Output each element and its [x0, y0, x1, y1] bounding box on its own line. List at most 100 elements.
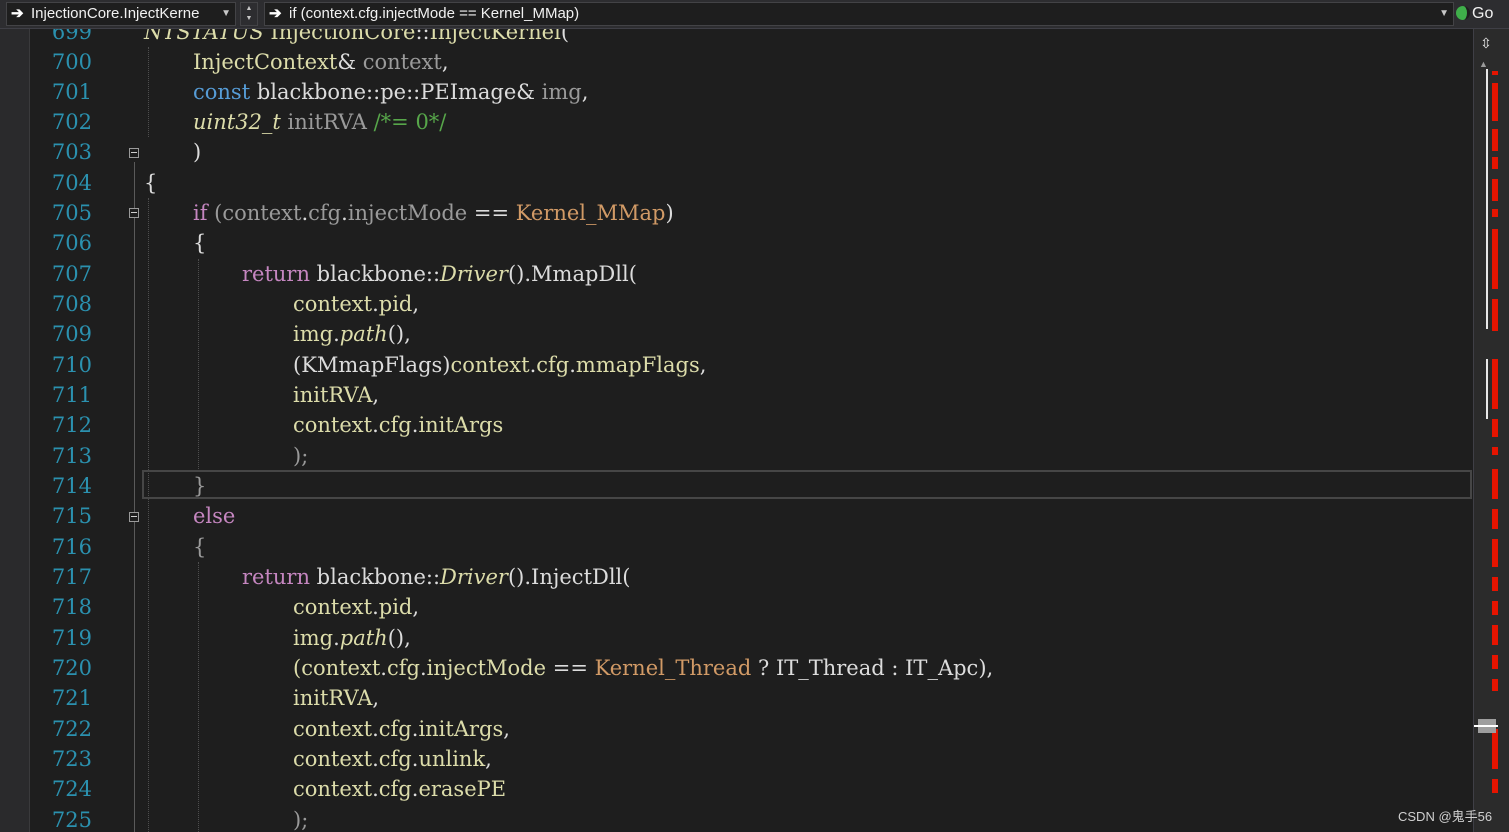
error-marker [1492, 679, 1498, 691]
code-line: } [193, 474, 207, 498]
line-number: 718 [51, 595, 92, 619]
code-line: initRVA, [293, 686, 380, 710]
line-number: 719 [51, 626, 92, 650]
code-line: { [193, 231, 207, 255]
line-number: 702 [51, 110, 92, 134]
code-line: (KMmapFlags)context.cfg.mmapFlags, [293, 353, 707, 377]
code-editor[interactable]: 699 700 701 702 703 704 705 706 707 708 … [30, 29, 1473, 832]
error-marker [1492, 179, 1498, 201]
split-up-down-button[interactable]: ▲ ▼ [240, 2, 258, 26]
code-line: NTSTATUS InjectionCore::InjectKernel( [144, 29, 570, 44]
code-line: context.cfg.unlink, [293, 747, 492, 771]
error-marker [1492, 469, 1498, 499]
collapse-icon[interactable] [129, 148, 139, 158]
editor-margin-strip [0, 29, 30, 832]
error-marker [1492, 509, 1498, 529]
code-line: ) [193, 140, 202, 164]
line-number-gutter: 699 700 701 702 703 704 705 706 707 708 … [30, 29, 92, 832]
code-line: context.pid, [293, 595, 420, 619]
error-marker [1492, 779, 1498, 793]
chevron-down-icon[interactable]: ▼ [1439, 3, 1449, 25]
error-marker [1492, 71, 1498, 75]
scroll-up-arrow-icon[interactable]: ▲ [1479, 59, 1488, 69]
change-marker [1486, 69, 1488, 329]
error-marker [1492, 129, 1498, 151]
line-number: 717 [51, 565, 92, 589]
indent-guide [148, 198, 149, 832]
scope-dropdown[interactable]: ➔ InjectionCore.InjectKerne ▼ [6, 2, 236, 26]
line-number: 699 [51, 29, 92, 44]
outline-line [134, 162, 135, 832]
code-line: if (context.cfg.injectMode == Kernel_MMa… [193, 201, 674, 225]
code-line: InjectContext& context, [193, 50, 449, 74]
code-line: (context.cfg.injectMode == Kernel_Thread… [293, 656, 994, 680]
arrow-right-icon: ➔ [11, 5, 24, 22]
line-number: 712 [51, 413, 92, 437]
line-number: 706 [51, 231, 92, 255]
error-marker [1492, 729, 1498, 769]
indent-guide [198, 259, 199, 471]
code-line: context.cfg.initArgs, [293, 717, 510, 741]
line-number: 700 [51, 50, 92, 74]
collapse-icon[interactable] [129, 208, 139, 218]
change-marker [1486, 359, 1488, 419]
error-marker [1492, 157, 1498, 169]
line-number: 721 [51, 686, 92, 710]
error-marker [1492, 419, 1498, 437]
code-line: const blackbone::pe::PEImage& img, [193, 80, 589, 104]
member-dropdown[interactable]: ➔ if (context.cfg.injectMode == Kernel_M… [264, 2, 1454, 26]
line-number: 711 [51, 383, 92, 407]
line-number: 723 [51, 747, 92, 771]
code-line: img.path(), [293, 322, 411, 346]
error-marker [1492, 209, 1498, 217]
navigation-bar: ➔ InjectionCore.InjectKerne ▼ ▲ ▼ ➔ if (c… [0, 0, 1509, 29]
error-marker [1492, 229, 1498, 289]
line-number: 722 [51, 717, 92, 741]
collapse-icon[interactable] [129, 512, 139, 522]
scope-dropdown-value: InjectionCore.InjectKerne [31, 5, 200, 22]
code-line: ); [293, 444, 309, 468]
code-line: ); [293, 808, 309, 832]
code-line: { [193, 535, 207, 559]
error-marker [1492, 299, 1498, 331]
code-line: initRVA, [293, 383, 380, 407]
code-line: img.path(), [293, 626, 411, 650]
line-number: 701 [51, 80, 92, 104]
line-number: 705 [51, 201, 92, 225]
line-number: 703 [51, 140, 92, 164]
code-line: context.cfg.erasePE [293, 777, 507, 801]
line-number: 724 [51, 777, 92, 801]
code-line: return blackbone::Driver().InjectDll( [242, 565, 631, 589]
split-view-icon[interactable]: ⇳ [1478, 33, 1494, 53]
error-marker [1492, 625, 1498, 645]
code-line: { [144, 171, 158, 195]
line-number: 704 [51, 171, 92, 195]
current-line-highlight [142, 470, 1472, 499]
line-number: 725 [51, 808, 92, 832]
line-number: 715 [51, 504, 92, 528]
go-icon [1456, 6, 1470, 20]
caret-position-marker [1474, 725, 1498, 727]
line-number: 709 [51, 322, 92, 346]
error-marker [1492, 447, 1498, 455]
arrow-right-icon: ➔ [269, 5, 282, 22]
member-dropdown-value: if (context.cfg.injectMode == Kernel_MMa… [289, 5, 580, 22]
line-number: 713 [51, 444, 92, 468]
go-label: Go [1472, 5, 1494, 22]
line-number: 714 [51, 474, 92, 498]
indent-guide [148, 47, 149, 137]
code-line: return blackbone::Driver().MmapDll( [242, 262, 637, 286]
line-number: 716 [51, 535, 92, 559]
code-line: else [193, 504, 236, 528]
vertical-scrollbar[interactable]: ⇳ ▲ [1473, 29, 1509, 832]
error-marker [1492, 539, 1498, 567]
error-marker [1492, 83, 1498, 121]
go-button[interactable]: Go [1456, 2, 1509, 26]
watermark: CSDN @鬼手56 [1398, 809, 1493, 824]
chevron-down-icon[interactable]: ▼ [221, 3, 231, 25]
line-number: 707 [51, 262, 92, 286]
error-marker [1492, 601, 1498, 615]
line-number: 710 [51, 353, 92, 377]
code-line: uint32_t initRVA /*= 0*/ [193, 110, 447, 134]
line-number: 720 [51, 656, 92, 680]
